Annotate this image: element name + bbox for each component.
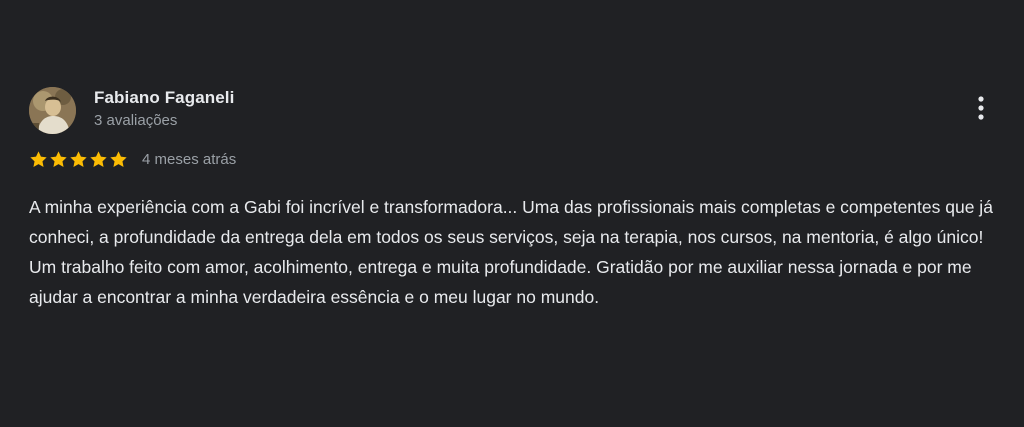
star-icon <box>30 151 47 167</box>
avatar-photo <box>29 87 76 134</box>
more-vert-icon <box>978 96 984 120</box>
reviewer-name[interactable]: Fabiano Faganeli <box>94 88 234 108</box>
avatar[interactable] <box>29 87 76 134</box>
star-icon <box>70 151 87 167</box>
star-rating <box>29 150 128 170</box>
star-icon <box>90 151 107 167</box>
star-icon <box>50 151 67 167</box>
more-options-button[interactable] <box>966 92 996 126</box>
review-card: Fabiano Faganeli 3 avaliações 4 meses at… <box>0 0 1024 427</box>
star-icon <box>110 151 127 167</box>
reviewer-review-count: 3 avaliações <box>94 112 178 129</box>
review-text: A minha experiência com a Gabi foi incrí… <box>29 197 993 307</box>
review-date: 4 meses atrás <box>142 151 237 168</box>
